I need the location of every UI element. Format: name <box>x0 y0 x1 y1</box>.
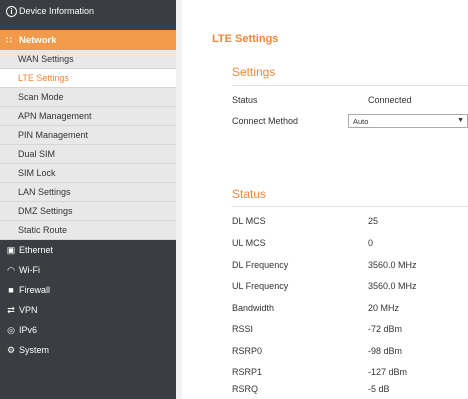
nav-system-label: System <box>19 345 50 355</box>
nav-network-label: Network <box>19 34 57 46</box>
nav-firewall[interactable]: ■ Firewall <box>0 280 176 300</box>
wifi-icon: ◠ <box>7 264 15 275</box>
table-row: UL MCS 0 <box>232 233 468 253</box>
row-value: 25 <box>368 216 379 226</box>
vpn-icon: ⇄ <box>7 304 15 315</box>
sidebar-item-dmz-settings[interactable]: DMZ Settings <box>0 202 176 221</box>
table-row: Bandwidth 20 MHz <box>232 298 468 318</box>
sidebar-item-static-route[interactable]: Static Route <box>0 221 176 240</box>
connect-method-field: Auto ▼ <box>348 114 468 128</box>
status-section-title: Status <box>232 187 267 201</box>
table-row: DL Frequency 3560.0 MHz <box>232 255 468 275</box>
row-value: -72 dBm <box>368 324 403 334</box>
row-value: 3560.0 MHz <box>368 281 417 291</box>
connect-method-row: Connect Method Auto ▼ <box>232 111 468 131</box>
globe-icon: ◎ <box>7 324 15 335</box>
nav-ethernet-label: Ethernet <box>19 245 54 255</box>
table-row: DL MCS 25 <box>232 211 468 231</box>
connect-method-value: Auto <box>353 116 369 126</box>
row-value: -127 dBm <box>368 367 408 377</box>
row-label: RSRP0 <box>232 346 263 356</box>
network-icon: ∷ <box>6 34 12 45</box>
nav-device-information[interactable]: i Device Information <box>0 0 176 22</box>
row-label: UL MCS <box>232 238 266 248</box>
nav-network[interactable]: ∷ Network <box>0 30 176 50</box>
nav-system[interactable]: ⚙ System <box>0 340 176 360</box>
nav-ethernet[interactable]: ▣ Ethernet <box>0 240 176 260</box>
nav-wifi-label: Wi-Fi <box>19 265 40 275</box>
sidebar-item-scan-mode[interactable]: Scan Mode <box>0 88 176 107</box>
row-label: RSRQ <box>232 384 259 394</box>
network-submenu: WAN Settings LTE Settings Scan Mode APN … <box>0 50 176 240</box>
status-value: Connected <box>368 95 412 105</box>
table-row: RSRP0 -98 dBm <box>232 341 468 361</box>
row-label: UL Frequency <box>232 281 289 291</box>
page-title: LTE Settings <box>212 33 279 45</box>
connect-method-label: Connect Method <box>232 116 299 126</box>
nav-ipv6-label: IPv6 <box>19 325 38 335</box>
sidebar-item-sim-lock[interactable]: SIM Lock <box>0 164 176 183</box>
gear-icon: ⚙ <box>6 344 16 355</box>
row-label: RSRP1 <box>232 367 263 377</box>
nav-ipv6[interactable]: ◎ IPv6 <box>0 320 176 340</box>
sidebar-item-wan-settings[interactable]: WAN Settings <box>0 50 176 69</box>
row-value: -5 dB <box>368 384 390 394</box>
sidebar-item-lte-settings[interactable]: LTE Settings <box>0 69 176 88</box>
table-row: UL Frequency 3560.0 MHz <box>232 276 468 296</box>
nav-vpn-label: VPN <box>19 305 38 315</box>
sidebar: i Device Information ∷ Network WAN Setti… <box>0 0 176 399</box>
sidebar-item-lan-settings[interactable]: LAN Settings <box>0 183 176 202</box>
sidebar-item-apn-management[interactable]: APN Management <box>0 107 176 126</box>
nav-firewall-label: Firewall <box>19 285 51 295</box>
row-label: DL Frequency <box>232 260 289 270</box>
row-value: 3560.0 MHz <box>368 260 417 270</box>
main-content: LTE Settings Settings Status Connected C… <box>176 0 468 399</box>
info-icon: i <box>6 5 17 17</box>
row-label: RSSI <box>232 324 254 334</box>
status-row: Status Connected <box>232 90 468 110</box>
chevron-down-icon: ▼ <box>457 117 464 124</box>
nav-wifi[interactable]: ◠ Wi-Fi <box>0 260 176 280</box>
row-label: DL MCS <box>232 216 266 226</box>
nav-vpn[interactable]: ⇄ VPN <box>0 300 176 320</box>
status-label: Status <box>232 95 258 105</box>
row-label: Bandwidth <box>232 303 275 313</box>
nav-device-information-label: Device Information <box>19 6 95 16</box>
settings-section-title: Settings <box>232 65 276 79</box>
sidebar-item-pin-management[interactable]: PIN Management <box>0 126 176 145</box>
row-value: 0 <box>368 238 374 248</box>
ethernet-icon: ▣ <box>6 244 16 255</box>
table-row: RSSI -72 dBm <box>232 319 468 339</box>
row-value: -98 dBm <box>368 346 403 356</box>
sidebar-item-dual-sim[interactable]: Dual SIM <box>0 145 176 164</box>
connect-method-select[interactable]: Auto ▼ <box>348 114 468 128</box>
table-row: RSRQ -5 dB <box>232 379 468 399</box>
status-divider <box>232 206 468 207</box>
settings-divider <box>232 85 468 86</box>
firewall-icon: ■ <box>8 285 14 295</box>
row-value: 20 MHz <box>368 303 400 313</box>
